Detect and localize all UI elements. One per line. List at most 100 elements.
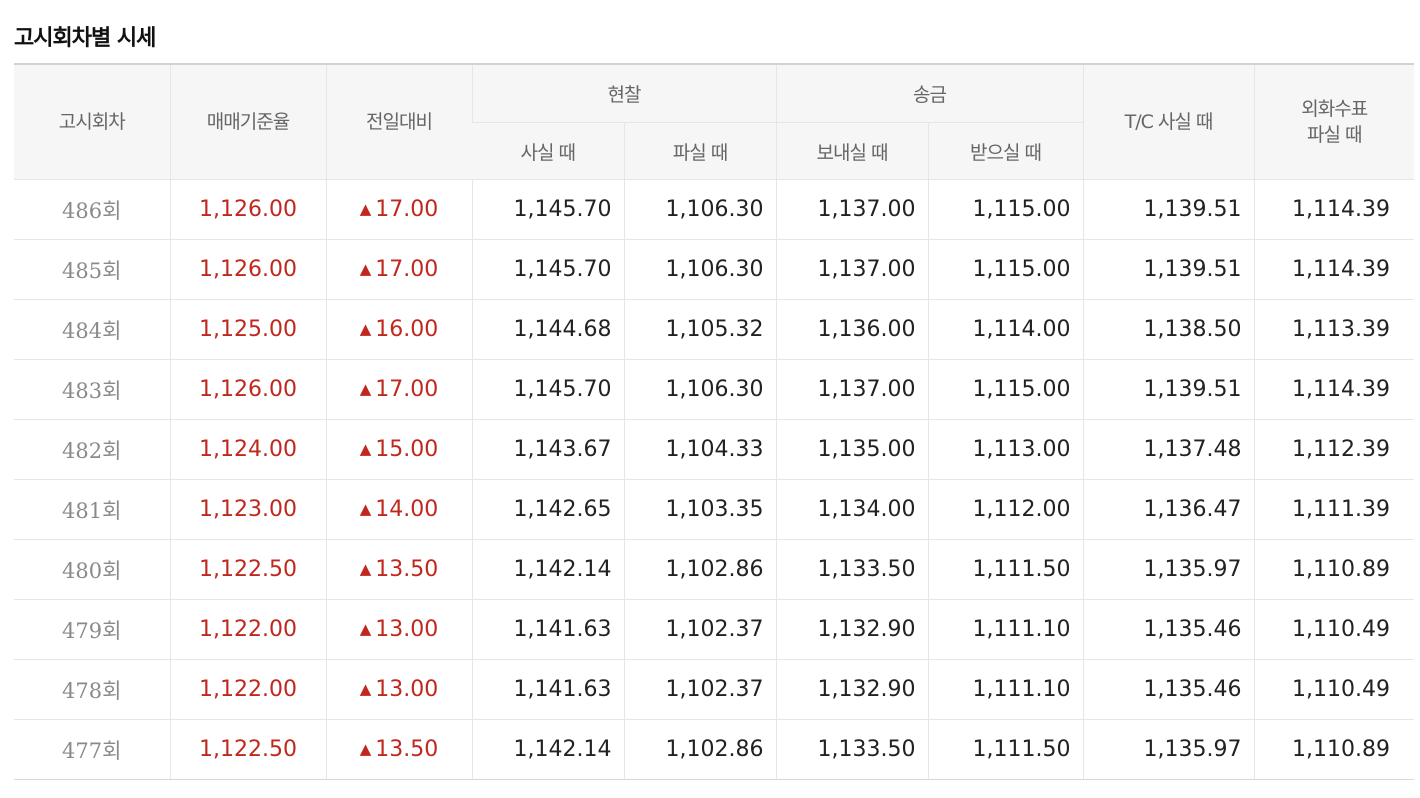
up-triangle-icon: ▲ <box>359 440 372 458</box>
up-triangle-icon: ▲ <box>359 320 372 338</box>
remit-send-cell: 1,137.00 <box>775 239 928 300</box>
header-remit-send: 보내실 때 <box>775 122 928 180</box>
header-remit-receive: 받으실 때 <box>927 122 1083 180</box>
header-base-rate: 매매기준율 <box>169 64 326 180</box>
change-cell: ▲ 16.00 <box>325 299 472 360</box>
remit-receive-cell: 1,111.10 <box>927 599 1083 660</box>
table-row: 477회 1,122.50 ▲ 13.50 1,142.14 1,102.86 1,133.… <box>14 719 1414 780</box>
remit-receive-cell: 1,115.00 <box>927 359 1083 420</box>
table-row: 486회 1,126.00 ▲ 17.00 1,145.70 1,106.30 1,137.… <box>14 179 1414 240</box>
foreign-check-cell: 1,112.39 <box>1253 419 1414 480</box>
base-rate-cell: 1,122.50 <box>169 539 326 600</box>
base-rate-cell: 1,122.00 <box>169 659 326 720</box>
remit-receive-cell: 1,111.10 <box>927 659 1083 720</box>
foreign-check-cell: 1,114.39 <box>1253 359 1414 420</box>
header-change: 전일대비 <box>325 64 472 180</box>
cash-buy-cell: 1,145.70 <box>471 359 624 420</box>
cash-buy-cell: 1,142.65 <box>471 479 624 540</box>
change-value: 13.00 <box>375 677 439 702</box>
foreign-check-cell: 1,110.49 <box>1253 659 1414 720</box>
base-rate-cell: 1,124.00 <box>169 419 326 480</box>
table-row: 478회 1,122.00 ▲ 13.00 1,141.63 1,102.37 1,132.… <box>14 659 1414 720</box>
round-cell: 484회 <box>14 299 170 360</box>
table-header: 고시회차 매매기준율 전일대비 현찰 송금 T/C 사실 때 외화수표 파실 때… <box>14 64 1414 180</box>
remit-receive-cell: 1,111.50 <box>927 539 1083 600</box>
remit-receive-cell: 1,113.00 <box>927 419 1083 480</box>
base-rate-cell: 1,123.00 <box>169 479 326 540</box>
tc-buy-cell: 1,135.46 <box>1082 659 1254 720</box>
remit-send-cell: 1,132.90 <box>775 599 928 660</box>
header-cash-buy: 사실 때 <box>472 122 624 180</box>
header-foreign-check-line2: 파실 때 <box>1307 124 1362 146</box>
up-triangle-icon: ▲ <box>359 200 372 218</box>
up-triangle-icon: ▲ <box>359 560 372 578</box>
tc-buy-cell: 1,139.51 <box>1082 359 1254 420</box>
remit-send-cell: 1,137.00 <box>775 179 928 240</box>
up-triangle-icon: ▲ <box>359 260 372 278</box>
round-cell: 486회 <box>14 179 170 240</box>
table-row: 480회 1,122.50 ▲ 13.50 1,142.14 1,102.86 1,133.… <box>14 539 1414 600</box>
change-value: 13.00 <box>375 617 439 642</box>
cash-buy-cell: 1,141.63 <box>471 599 624 660</box>
base-rate-cell: 1,122.50 <box>169 719 326 780</box>
change-value: 13.50 <box>375 737 439 762</box>
cash-sell-cell: 1,104.33 <box>623 419 776 480</box>
table-row: 479회 1,122.00 ▲ 13.00 1,141.63 1,102.37 1,132.… <box>14 599 1414 660</box>
change-value: 13.50 <box>375 557 439 582</box>
base-rate-cell: 1,125.00 <box>169 299 326 360</box>
cash-buy-cell: 1,142.14 <box>471 539 624 600</box>
foreign-check-cell: 1,113.39 <box>1253 299 1414 360</box>
round-cell: 479회 <box>14 599 170 660</box>
cash-sell-cell: 1,106.30 <box>623 179 776 240</box>
header-tc-buy: T/C 사실 때 <box>1082 64 1254 180</box>
table-body: 486회 1,126.00 ▲ 17.00 1,145.70 1,106.30 1,137.… <box>14 179 1414 780</box>
cash-buy-cell: 1,143.67 <box>471 419 624 480</box>
remit-receive-cell: 1,115.00 <box>927 239 1083 300</box>
base-rate-cell: 1,126.00 <box>169 359 326 420</box>
up-triangle-icon: ▲ <box>359 380 372 398</box>
change-cell: ▲ 13.50 <box>325 719 472 780</box>
base-rate-cell: 1,122.00 <box>169 599 326 660</box>
change-value: 14.00 <box>375 497 439 522</box>
remit-send-cell: 1,134.00 <box>775 479 928 540</box>
base-rate-cell: 1,126.00 <box>169 239 326 300</box>
tc-buy-cell: 1,135.97 <box>1082 539 1254 600</box>
up-triangle-icon: ▲ <box>359 500 372 518</box>
tc-buy-cell: 1,138.50 <box>1082 299 1254 360</box>
tc-buy-cell: 1,136.47 <box>1082 479 1254 540</box>
cash-buy-cell: 1,145.70 <box>471 179 624 240</box>
header-foreign-check: 외화수표 파실 때 <box>1253 64 1414 180</box>
change-value: 17.00 <box>375 197 439 222</box>
section-title: 고시회차별 시세 <box>14 26 156 51</box>
change-cell: ▲ 17.00 <box>325 359 472 420</box>
foreign-check-cell: 1,114.39 <box>1253 179 1414 240</box>
remit-receive-cell: 1,115.00 <box>927 179 1083 240</box>
remit-send-cell: 1,133.50 <box>775 719 928 780</box>
table-row: 481회 1,123.00 ▲ 14.00 1,142.65 1,103.35 1,134.… <box>14 479 1414 540</box>
remit-send-cell: 1,136.00 <box>775 299 928 360</box>
table-row: 485회 1,126.00 ▲ 17.00 1,145.70 1,106.30 1,137.… <box>14 239 1414 300</box>
change-cell: ▲ 15.00 <box>325 419 472 480</box>
remit-send-cell: 1,132.90 <box>775 659 928 720</box>
cash-sell-cell: 1,102.86 <box>623 539 776 600</box>
round-cell: 482회 <box>14 419 170 480</box>
table-row: 483회 1,126.00 ▲ 17.00 1,145.70 1,106.30 1,137.… <box>14 359 1414 420</box>
header-cash-sell: 파실 때 <box>623 122 776 180</box>
base-rate-cell: 1,126.00 <box>169 179 326 240</box>
header-round: 고시회차 <box>14 64 170 180</box>
round-cell: 478회 <box>14 659 170 720</box>
cash-buy-cell: 1,142.14 <box>471 719 624 780</box>
cash-sell-cell: 1,102.86 <box>623 719 776 780</box>
cash-sell-cell: 1,106.30 <box>623 239 776 300</box>
round-cell: 480회 <box>14 539 170 600</box>
remit-send-cell: 1,137.00 <box>775 359 928 420</box>
up-triangle-icon: ▲ <box>359 740 372 758</box>
header-foreign-check-line1: 외화수표 <box>1301 98 1368 120</box>
tc-buy-cell: 1,139.51 <box>1082 239 1254 300</box>
round-cell: 485회 <box>14 239 170 300</box>
foreign-check-cell: 1,111.39 <box>1253 479 1414 540</box>
change-cell: ▲ 13.00 <box>325 599 472 660</box>
foreign-check-cell: 1,110.89 <box>1253 539 1414 600</box>
round-cell: 481회 <box>14 479 170 540</box>
round-cell: 477회 <box>14 719 170 780</box>
